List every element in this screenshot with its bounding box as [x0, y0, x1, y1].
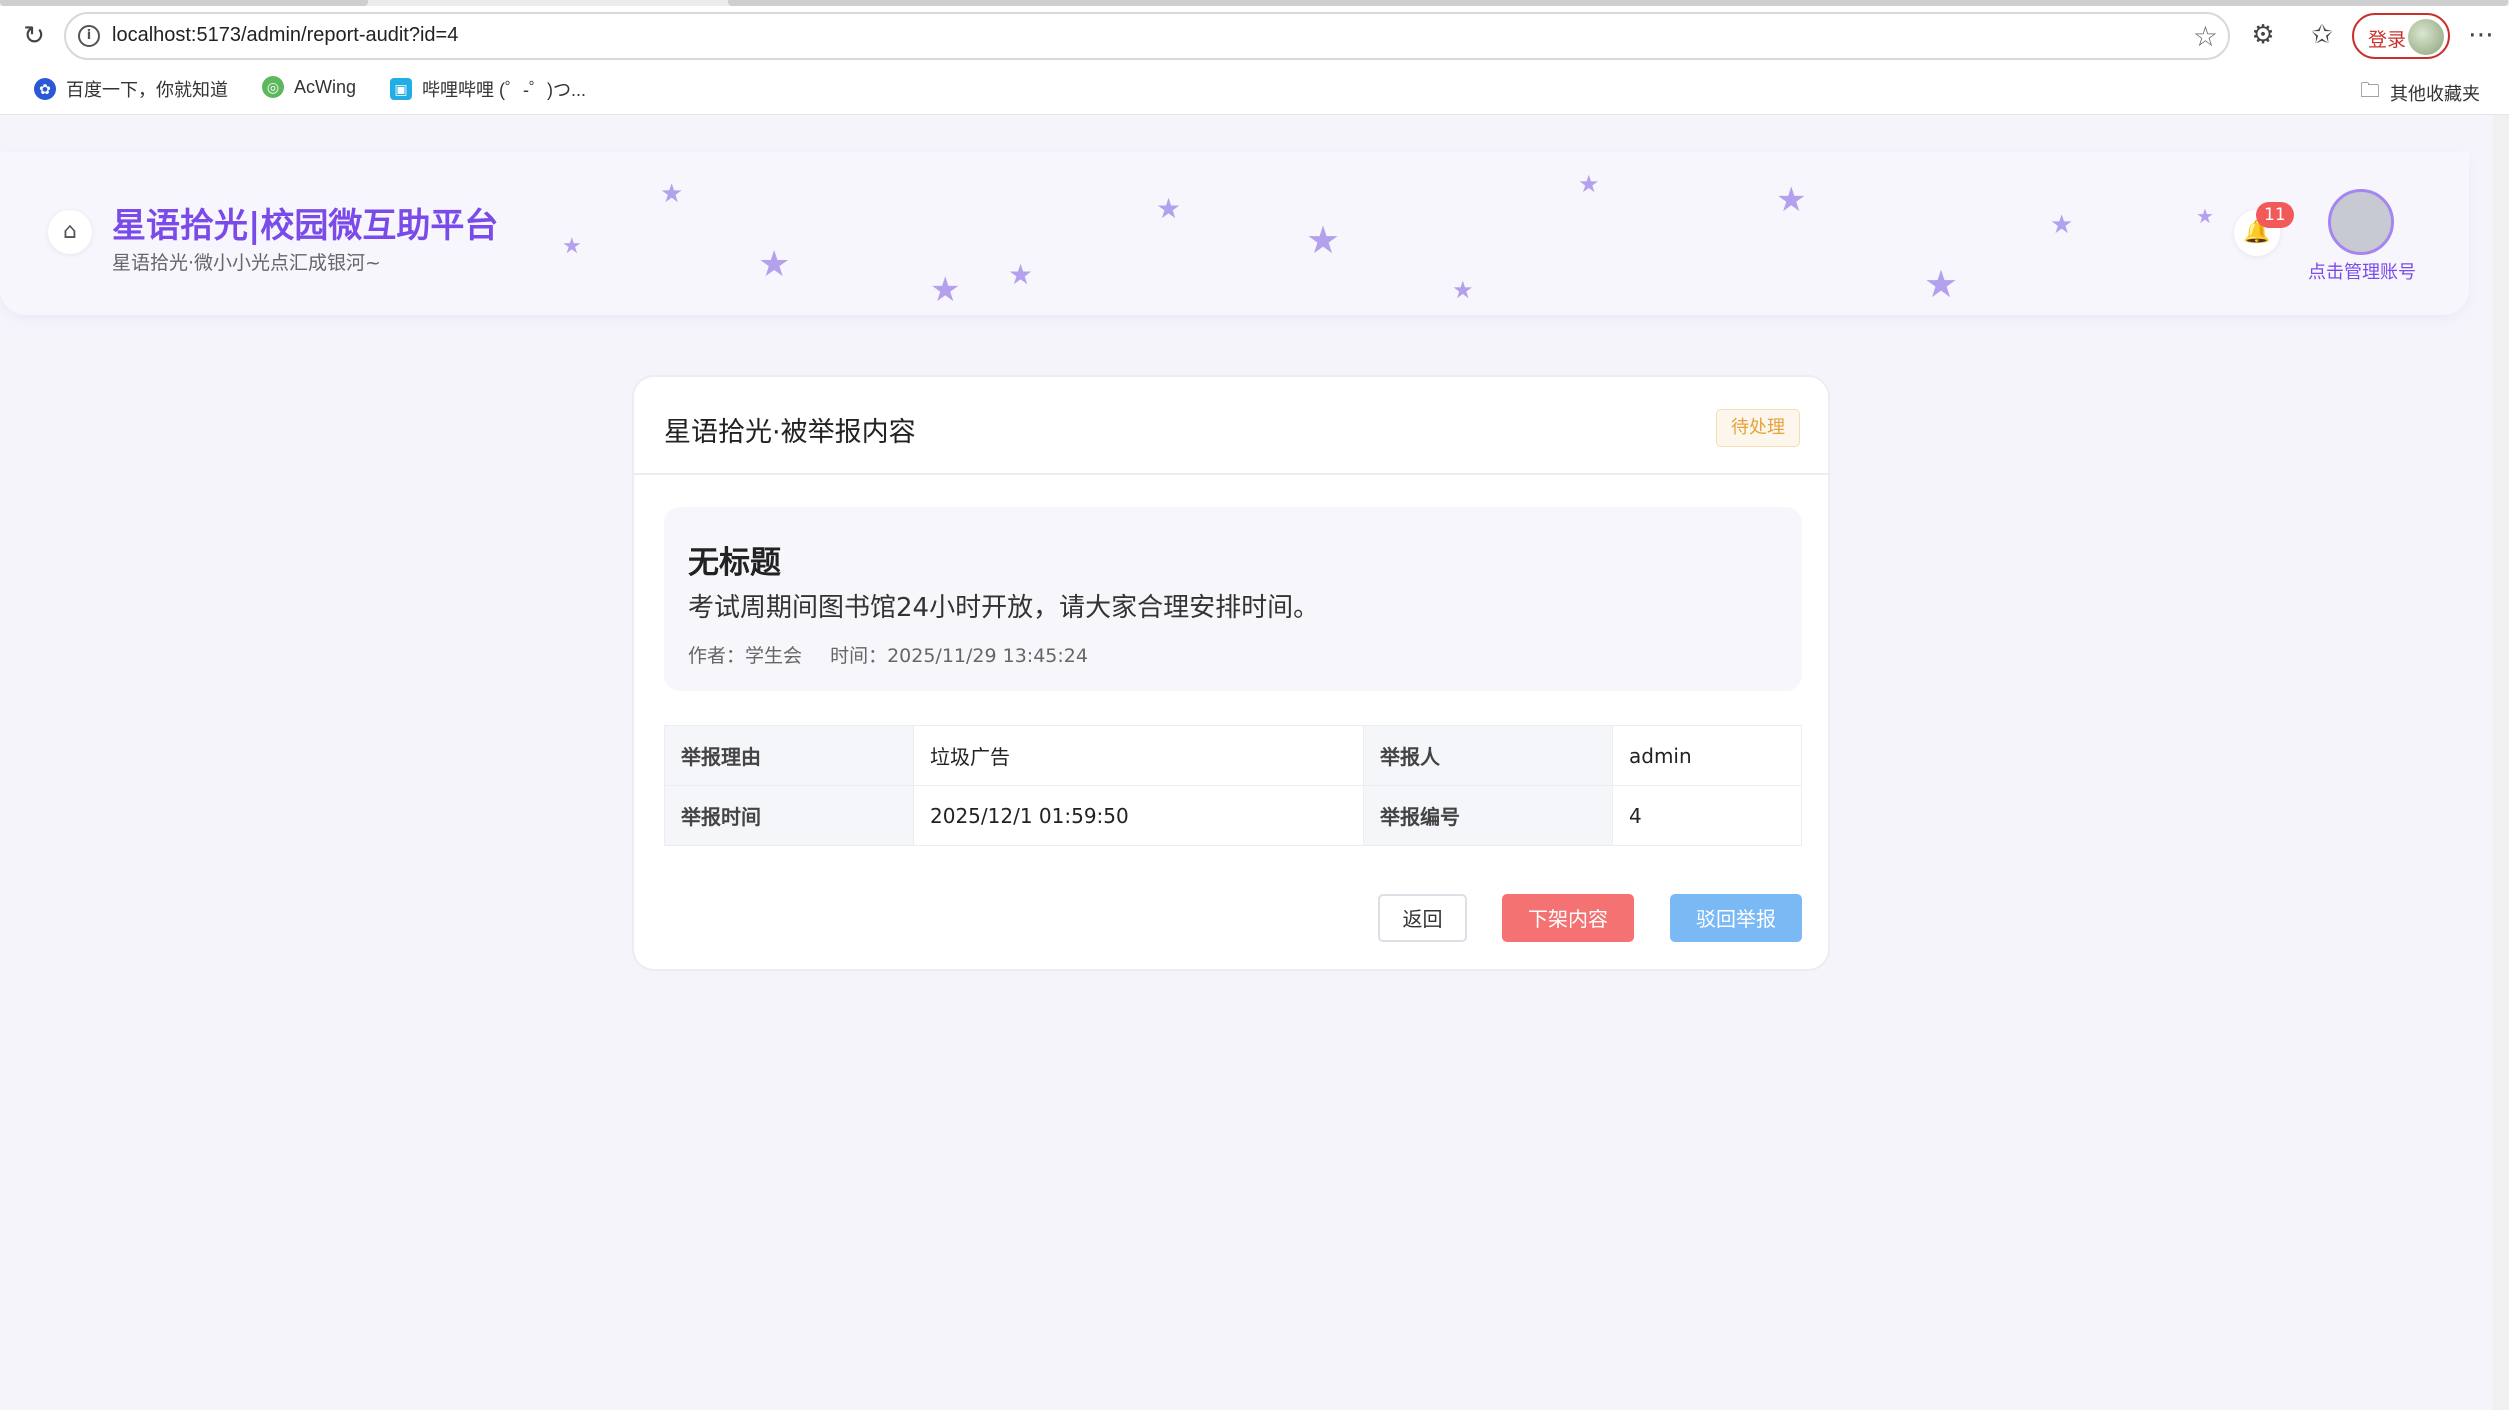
- post-body: 考试周期间图书馆24小时开放，请大家合理安排时间。: [688, 593, 1320, 623]
- bookmark-baidu[interactable]: ✿ 百度一下，你就知道: [34, 76, 228, 102]
- bookmark-label: 哔哩哔哩 (゜-゜)つ...: [422, 80, 586, 100]
- decorative-star-icon: ★: [1578, 170, 1600, 198]
- bookmark-bilibili[interactable]: ▣ 哔哩哔哩 (゜-゜)つ...: [390, 76, 586, 102]
- home-button[interactable]: ⌂: [48, 210, 92, 254]
- decorative-star-icon: ★: [930, 270, 961, 310]
- app-subtitle: 星语拾光·微小小光点汇成银河~: [112, 252, 381, 274]
- app-header: ⌂ 星语拾光|校园微互助平台 星语拾光·微小小光点汇成银河~ ★ ★ ★ ★ ★…: [0, 152, 2469, 315]
- reporter-label: 举报人: [1363, 725, 1613, 786]
- post-author: 作者：学生会: [688, 645, 803, 667]
- decorative-star-icon: ★: [1452, 276, 1474, 304]
- post-title: 无标题: [688, 545, 781, 581]
- other-bookmarks-folder[interactable]: 🗀 其他收藏夹: [2360, 76, 2480, 110]
- decorative-star-icon: ★: [1776, 180, 1807, 220]
- decorative-star-icon: ★: [1156, 192, 1182, 225]
- report-time-label: 举报时间: [664, 785, 914, 846]
- table-row: 举报时间 2025/12/1 01:59:50 举报编号 4: [664, 785, 1802, 846]
- user-avatar[interactable]: [2328, 189, 2394, 255]
- bilibili-tv-icon: ▣: [390, 78, 412, 100]
- decorative-star-icon: ★: [2050, 210, 2074, 240]
- site-info-icon[interactable]: i: [78, 25, 100, 47]
- decorative-star-icon: ★: [1924, 262, 1959, 306]
- report-reason-label: 举报理由: [664, 725, 914, 786]
- acwing-icon: ◎: [262, 76, 284, 98]
- browser-toolbar: ↻ i localhost:5173/admin/report-audit?id…: [0, 0, 2509, 115]
- decorative-star-icon: ★: [1306, 218, 1341, 262]
- card-header: 星语拾光·被举报内容 待处理: [634, 377, 1828, 475]
- table-row: 举报理由 垃圾广告 举报人 admin: [664, 725, 1802, 786]
- reported-post: 无标题 考试周期间图书馆24小时开放，请大家合理安排时间。 作者：学生会 时间：…: [664, 507, 1802, 691]
- decorative-star-icon: ★: [660, 179, 684, 209]
- decorative-star-icon: ★: [758, 244, 791, 285]
- favorites-icon[interactable]: ✩: [2305, 18, 2339, 52]
- other-bookmarks-label: 其他收藏夹: [2390, 84, 2480, 104]
- report-reason-value: 垃圾广告: [913, 725, 1364, 786]
- reload-icon[interactable]: ↻: [18, 20, 50, 52]
- tab-strip: [0, 0, 2509, 6]
- report-card: 星语拾光·被举报内容 待处理 无标题 考试周期间图书馆24小时开放，请大家合理安…: [632, 375, 1830, 971]
- page-scrollbar[interactable]: [2493, 115, 2509, 1410]
- tab-right[interactable]: [728, 0, 2508, 6]
- status-badge: 待处理: [1716, 409, 1800, 447]
- app-title: 星语拾光|校园微互助平台: [112, 206, 499, 246]
- profile-login-button[interactable]: 登录: [2352, 13, 2450, 59]
- baidu-paw-icon: ✿: [34, 78, 56, 100]
- card-title: 星语拾光·被举报内容: [664, 417, 916, 448]
- folder-icon: 🗀: [2360, 80, 2380, 102]
- decorative-star-icon: ★: [1008, 258, 1034, 291]
- address-bar[interactable]: i localhost:5173/admin/report-audit?id=4…: [64, 12, 2230, 60]
- bookmark-label: 百度一下，你就知道: [66, 80, 228, 100]
- more-menu-icon[interactable]: ⋯: [2464, 18, 2498, 52]
- report-time-value: 2025/12/1 01:59:50: [913, 785, 1364, 846]
- takedown-content-button[interactable]: 下架内容: [1502, 894, 1634, 942]
- bookmark-label: AcWing: [294, 76, 357, 97]
- post-time: 时间：2025/11/29 13:45:24: [830, 645, 1088, 667]
- tab-left[interactable]: [0, 0, 368, 6]
- manage-account-link[interactable]: 点击管理账号: [2306, 258, 2418, 284]
- notification-count-badge: 11: [2256, 202, 2294, 228]
- extensions-icon[interactable]: ⚙: [2246, 18, 2280, 52]
- report-id-value: 4: [1612, 785, 1802, 846]
- reporter-value: admin: [1612, 725, 1802, 786]
- post-meta: 作者：学生会 时间：2025/11/29 13:45:24: [688, 641, 1110, 668]
- report-details-table: 举报理由 垃圾广告 举报人 admin 举报时间 2025/12/1 01:59…: [664, 725, 1802, 846]
- decorative-star-icon: ★: [2196, 204, 2214, 228]
- bookmarks-bar: ✿ 百度一下，你就知道 ◎ AcWing ▣ 哔哩哔哩 (゜-゜)つ... 🗀 …: [0, 72, 2509, 108]
- bookmark-acwing[interactable]: ◎ AcWing: [262, 76, 356, 98]
- profile-avatar: [2408, 19, 2444, 55]
- decorative-star-icon: ★: [562, 234, 582, 259]
- login-label: 登录: [2368, 29, 2407, 51]
- report-id-label: 举报编号: [1363, 785, 1613, 846]
- back-button[interactable]: 返回: [1378, 894, 1467, 942]
- favorite-star-icon[interactable]: ☆: [2193, 20, 2218, 53]
- url-text[interactable]: localhost:5173/admin/report-audit?id=4: [112, 24, 458, 47]
- reject-report-button[interactable]: 驳回举报: [1670, 894, 1802, 942]
